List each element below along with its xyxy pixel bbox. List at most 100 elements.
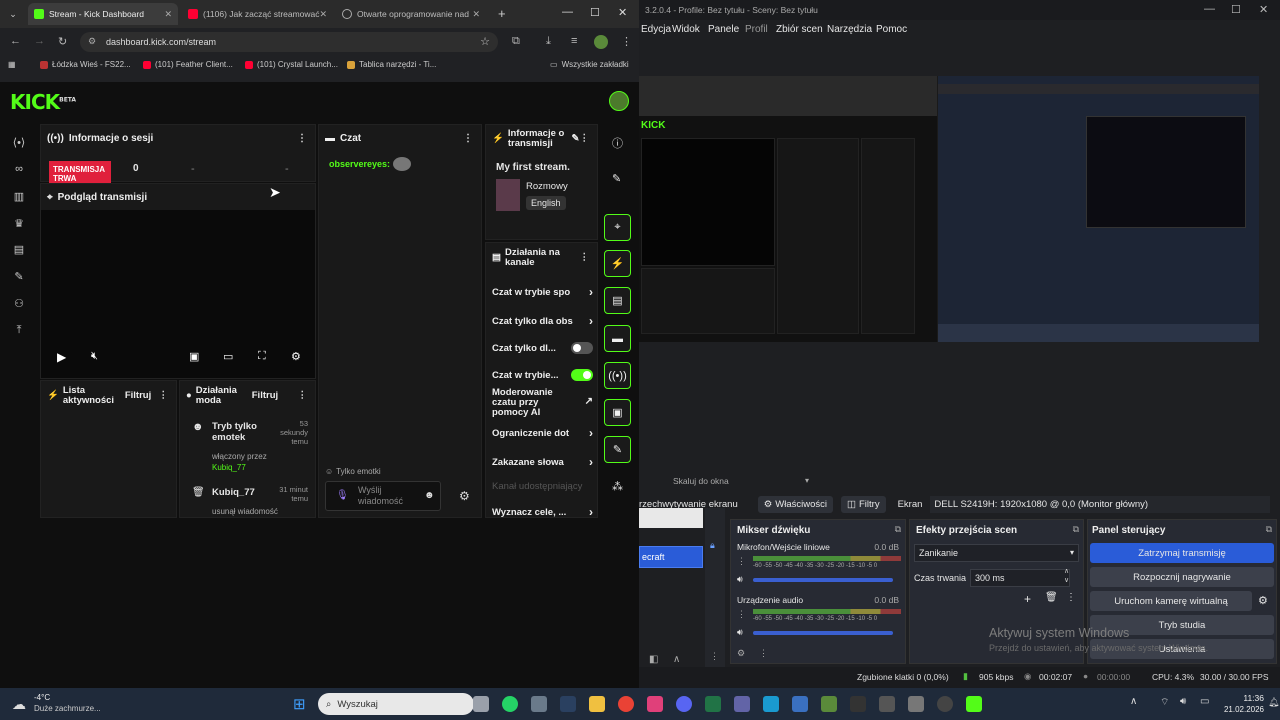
bookmark-item[interactable]: Łódzka Wieś - FS22... [40, 60, 131, 69]
extensions-icon[interactable]: ⧉ [512, 35, 520, 48]
goals-row[interactable]: Wyznacz cele, ... › [492, 505, 593, 519]
pencil-icon[interactable]: ✎ [612, 172, 621, 185]
virtual-camera-button[interactable]: Uruchom kamerę wirtualną [1090, 591, 1252, 611]
kick-logo[interactable]: KICKBETA [10, 90, 76, 114]
subscribers-only-row[interactable]: Czat tylko dl... [492, 342, 593, 354]
task-view-icon[interactable] [473, 696, 489, 712]
stepper-icon[interactable]: ∧ ∨ [1064, 567, 1069, 585]
bookmark-item[interactable]: (101) Feather Client... [143, 60, 233, 69]
plugins-icon[interactable]: ⁂ [612, 480, 623, 493]
pip-icon[interactable]: ▣ [189, 350, 199, 363]
action-by-user[interactable]: Kubiq_77 [212, 463, 246, 472]
battery-icon[interactable]: ▭ [1200, 696, 1209, 707]
close-window-icon[interactable]: ✕ [1259, 3, 1268, 16]
upload-icon[interactable]: ⤒ [12, 324, 26, 338]
stream-icon[interactable]: ⟨•⟩ [12, 136, 26, 150]
tab-obs-site[interactable]: Otwarte oprogramowanie nad ✕ [336, 3, 486, 25]
toggle-off[interactable] [571, 342, 593, 354]
add-icon[interactable]: + [1024, 592, 1031, 606]
wrench-icon[interactable]: ✎ [12, 270, 26, 284]
menu-view[interactable]: Widok [672, 24, 700, 35]
more-icon[interactable]: ⋮ [463, 133, 473, 144]
mic-icon[interactable]: 🎙︎ [336, 490, 349, 501]
bookmark-item[interactable]: Tablica narzędzi - Ti... [347, 60, 436, 69]
explorer-icon[interactable] [589, 696, 605, 712]
weather-icon[interactable]: ☁ [12, 696, 26, 713]
close-window-icon[interactable]: ✕ [618, 6, 627, 19]
speaker-icon[interactable]: 🔊︎ [737, 574, 743, 585]
filter-button[interactable]: Filtruj [252, 391, 278, 401]
teams-icon[interactable] [734, 696, 750, 712]
fullscreen-icon[interactable]: ⛶ [258, 350, 266, 363]
tools-button[interactable]: ✎ [604, 436, 631, 463]
more-icon[interactable]: ⋮ [298, 391, 308, 401]
mixer-settings-icon[interactable]: ⚙ [737, 648, 745, 659]
close-icon[interactable]: ✕ [164, 9, 172, 20]
menu-help[interactable]: Pomoc [876, 24, 907, 35]
chat-settings-icon[interactable]: ⚙ [459, 489, 470, 503]
transition-select[interactable]: Zanikanie ▾ [914, 544, 1079, 562]
chat-username[interactable]: observereyes: [329, 159, 390, 169]
more-icon[interactable]: ⋮ [580, 134, 590, 144]
reload-icon[interactable]: ↻ [58, 35, 67, 48]
toggle-on[interactable] [571, 369, 593, 381]
app-icon[interactable] [908, 696, 924, 712]
menu-profile[interactable]: Profil [745, 24, 768, 35]
notes-button[interactable]: ▤ [604, 287, 631, 314]
menu-icon[interactable]: ⋮ [621, 35, 632, 48]
close-icon[interactable]: ✕ [320, 9, 328, 20]
profile-avatar[interactable] [594, 35, 608, 49]
lock-icon[interactable]: 🔒︎ [710, 540, 715, 551]
theater-icon[interactable]: ▭ [223, 350, 233, 363]
whatsapp-icon[interactable] [502, 696, 518, 712]
bookmark-star-icon[interactable]: ☆ [480, 35, 490, 48]
more-icon[interactable]: ⋮ [1066, 592, 1076, 603]
dock-float-icon[interactable]: ⧉ [1266, 524, 1272, 535]
dock-float-icon[interactable]: ⧉ [895, 524, 901, 535]
trophy-icon[interactable]: ♛ [12, 217, 26, 231]
restrictions-row[interactable]: Ograniczenie dot › [492, 426, 593, 440]
taskbar-search[interactable]: ⌕ Wyszukaj [318, 693, 474, 715]
chat-button[interactable]: ▬ [604, 325, 631, 352]
more-icon[interactable]: ⋮ [710, 651, 719, 662]
properties-button[interactable]: ⚙ Właściwości [757, 495, 834, 513]
tab-youtube[interactable]: (1106) Jak zacząć streamować ✕ [182, 3, 332, 25]
followers-only-row[interactable]: Czat tylko dla obs › [492, 314, 593, 328]
wifi-icon[interactable]: ⌔ [1160, 696, 1169, 709]
duration-input[interactable]: 300 ms [970, 569, 1070, 587]
menu-tools[interactable]: Narzędzia [827, 24, 872, 35]
more-icon[interactable]: ⋮ [737, 556, 746, 567]
emotes-only-row[interactable]: Czat w trybie... [492, 369, 593, 381]
mute-icon[interactable]: 🔇︎ [91, 350, 98, 363]
minimize-icon[interactable]: — [1204, 3, 1215, 15]
new-tab-icon[interactable]: + [498, 6, 506, 21]
slow-mode-row[interactable]: Czat w trybie spo › [492, 285, 593, 299]
category-name[interactable]: Rozmowy [526, 181, 568, 192]
menu-scene-collection[interactable]: Zbiór scen [776, 24, 823, 35]
chrome-icon[interactable] [618, 696, 634, 712]
lightning-button[interactable]: ⚡ [604, 250, 631, 277]
filters-button[interactable]: ◫ Filtry [841, 495, 886, 513]
trash-icon[interactable]: 🗑︎ [1045, 592, 1058, 603]
clock-time[interactable]: 11:36 [1222, 693, 1264, 703]
maximize-icon[interactable]: ☐ [590, 6, 600, 19]
info-circle-icon[interactable]: ⓘ [612, 135, 623, 151]
obs-preview-canvas[interactable]: KICK [639, 76, 1259, 442]
speaker-icon[interactable]: 🔊︎ [737, 627, 743, 638]
scene-item-selected[interactable]: ecraft [639, 546, 703, 568]
clock-date[interactable]: 21.02.2026 [1218, 705, 1264, 714]
filter-button[interactable]: Filtruj [125, 391, 151, 401]
download-icon[interactable]: ⤓ [546, 35, 551, 48]
ai-moderation-row[interactable]: Moderowanie czatu przy pomocy AI ↗ [492, 388, 593, 418]
apps-icon[interactable]: ▦ [8, 60, 16, 69]
edit-icon[interactable]: ✎ [572, 134, 580, 144]
tab-search-icon[interactable]: ⌄ [6, 7, 20, 21]
user-avatar[interactable] [609, 91, 629, 111]
menu-edit[interactable]: Edycja [641, 24, 671, 35]
volume-icon[interactable]: 🔊︎ [1180, 696, 1186, 707]
app-icon[interactable] [879, 696, 895, 712]
stop-streaming-button[interactable]: Zatrzymaj transmisję [1090, 543, 1274, 563]
excel-icon[interactable] [705, 696, 721, 712]
weather-temp[interactable]: -4°C [34, 693, 50, 702]
scene-filter-icon[interactable]: ◧ [649, 654, 658, 665]
